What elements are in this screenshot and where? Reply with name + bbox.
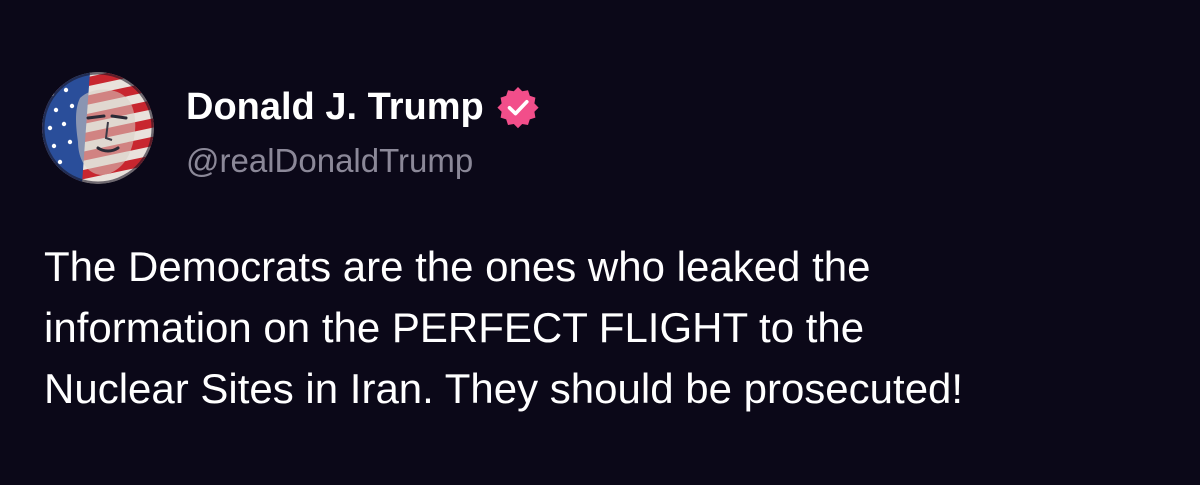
author-name-row: Donald J. Trump xyxy=(186,84,540,130)
post-text-line: The Democrats are the ones who leaked th… xyxy=(44,243,871,290)
post-body: The Democrats are the ones who leaked th… xyxy=(44,236,1174,419)
author-handle[interactable]: @realDonaldTrump xyxy=(186,140,473,182)
verified-badge-icon xyxy=(497,87,539,129)
post-card: Donald J. Trump @realDonaldTrump The Dem… xyxy=(0,0,1200,485)
avatar-image xyxy=(42,72,154,184)
post-text-line: Nuclear Sites in Iran. They should be pr… xyxy=(44,365,964,412)
post-text-line: information on the PERFECT FLIGHT to the xyxy=(44,304,865,351)
author-display-name[interactable]: Donald J. Trump xyxy=(186,84,484,130)
avatar[interactable] xyxy=(42,72,154,184)
